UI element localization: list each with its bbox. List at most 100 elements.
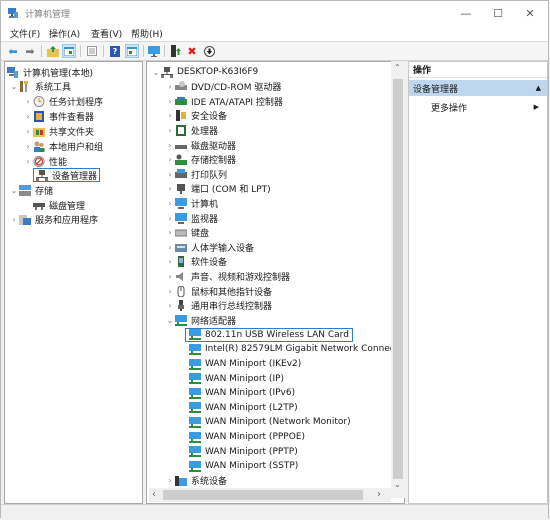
close-button[interactable]: ✕ xyxy=(513,1,547,25)
expand-chevron-icon[interactable]: › xyxy=(165,272,175,281)
device-category[interactable]: › 鼠标和其他指针设备 xyxy=(165,284,272,298)
expand-chevron-icon[interactable]: › xyxy=(23,127,33,136)
network-adapter-item[interactable]: WAN Miniport (Network Monitor) xyxy=(189,415,351,429)
menu-file[interactable]: 文件(F) xyxy=(10,27,40,40)
monitor-icon xyxy=(175,212,187,224)
network-adapter-item[interactable]: WAN Miniport (PPTP) xyxy=(189,445,298,459)
tree-item-system-tools[interactable]: ⌄ 系统工具 xyxy=(9,79,71,93)
device-category-network-adapters[interactable]: ⌄ 网络适配器 xyxy=(165,313,236,327)
device-category[interactable]: › 磁盘驱动器 xyxy=(165,138,236,152)
device-category[interactable]: › 声音、视频和游戏控制器 xyxy=(165,269,290,283)
actions-section-device-manager[interactable]: 设备管理器 ▲ xyxy=(409,80,547,96)
expand-chevron-icon[interactable]: › xyxy=(165,82,175,91)
network-adapter-item[interactable]: WAN Miniport (PPPOE) xyxy=(189,430,305,444)
expand-chevron-icon[interactable]: › xyxy=(165,301,175,310)
tree-item-shared-folders[interactable]: › 共享文件夹 xyxy=(23,124,94,138)
device-category[interactable]: › 处理器 xyxy=(165,123,218,137)
network-adapter-item[interactable]: WAN Miniport (IKEv2) xyxy=(189,357,301,371)
expand-chevron-icon[interactable]: › xyxy=(165,155,175,164)
collapse-arrow-icon[interactable]: ▲ xyxy=(536,84,541,92)
expand-chevron-icon[interactable]: ⌄ xyxy=(165,316,175,325)
expand-chevron-icon[interactable]: › xyxy=(165,199,175,208)
vertical-scrollbar-thumb[interactable] xyxy=(393,79,403,479)
horizontal-scrollbar[interactable]: ‹ › xyxy=(149,488,391,502)
network-adapter-item[interactable]: WAN Miniport (IPv6) xyxy=(189,386,295,400)
expand-chevron-icon[interactable]: › xyxy=(165,141,175,150)
expand-chevron-icon[interactable]: › xyxy=(165,228,175,237)
expand-chevron-icon[interactable]: ⌄ xyxy=(9,82,19,91)
device-category[interactable]: › 通用串行总线控制器 xyxy=(165,299,272,313)
network-adapter-item[interactable]: 802.11n USB Wireless LAN Card xyxy=(185,327,353,342)
expand-chevron-icon[interactable]: › xyxy=(165,287,175,296)
expand-chevron-icon[interactable]: ⌄ xyxy=(151,68,161,77)
maximize-button[interactable]: ☐ xyxy=(481,1,515,25)
expand-chevron-icon[interactable]: › xyxy=(23,157,33,166)
device-category[interactable]: › 监视器 xyxy=(165,211,218,225)
device-category[interactable]: › IDE ATA/ATAPI 控制器 xyxy=(165,94,283,108)
device-category[interactable]: › 存储控制器 xyxy=(165,153,236,167)
vertical-scrollbar[interactable]: ⌃ ⌄ xyxy=(391,61,405,498)
expand-chevron-icon[interactable]: › xyxy=(9,215,19,224)
network-adapter-item[interactable]: WAN Miniport (L2TP) xyxy=(189,401,298,415)
tree-item-storage[interactable]: ⌄ 存储 xyxy=(9,183,53,197)
device-category[interactable]: › 端口 (COM 和 LPT) xyxy=(165,182,271,196)
usb-icon xyxy=(178,300,184,312)
device-category[interactable]: › DVD/CD-ROM 驱动器 xyxy=(165,80,281,94)
device-category[interactable]: › 软件设备 xyxy=(165,255,227,269)
expand-chevron-icon[interactable]: › xyxy=(165,257,175,266)
device-category-label: 键盘 xyxy=(191,229,210,240)
tree-item-task-scheduler[interactable]: › 任务计划程序 xyxy=(23,94,103,108)
device-category[interactable]: › 计算机 xyxy=(165,196,218,210)
forward-button[interactable]: ➡ xyxy=(23,44,37,58)
device-category[interactable]: › 安全设备 xyxy=(165,109,227,123)
expand-chevron-icon[interactable]: › xyxy=(23,112,33,121)
help-button[interactable]: ? xyxy=(108,44,122,58)
expand-chevron-icon[interactable]: › xyxy=(165,243,175,252)
scroll-down-icon[interactable]: ⌄ xyxy=(394,480,401,489)
tree-item-services-applications[interactable]: › 服务和应用程序 xyxy=(9,212,98,226)
disable-device-button[interactable] xyxy=(202,44,216,58)
device-category[interactable]: › 键盘 xyxy=(165,226,209,240)
back-button[interactable]: ⬅ xyxy=(6,44,20,58)
network-adapter-item[interactable]: WAN Miniport (SSTP) xyxy=(189,459,298,473)
expand-chevron-icon[interactable]: › xyxy=(23,142,33,151)
scan-hardware-button[interactable] xyxy=(147,44,161,58)
update-driver-button[interactable] xyxy=(169,44,183,58)
horizontal-scrollbar-thumb[interactable] xyxy=(163,490,363,500)
expand-chevron-icon[interactable]: › xyxy=(165,476,175,485)
network-adapter-item[interactable]: WAN Miniport (IP) xyxy=(189,372,284,386)
scroll-right-icon[interactable]: › xyxy=(377,489,381,500)
expand-chevron-icon[interactable]: › xyxy=(165,126,175,135)
scroll-up-icon[interactable]: ⌃ xyxy=(394,63,401,72)
menu-view[interactable]: 查看(V) xyxy=(91,27,122,40)
device-category-label: 通用串行总线控制器 xyxy=(191,302,273,313)
menu-action[interactable]: 操作(A) xyxy=(49,27,80,40)
network-adapter-item[interactable]: Intel(R) 82579LM Gigabit Network Connect… xyxy=(189,342,404,356)
expand-chevron-icon[interactable]: › xyxy=(165,97,175,106)
expand-chevron-icon[interactable]: › xyxy=(23,97,33,106)
tree-item-disk-management[interactable]: 磁盘管理 xyxy=(33,198,85,212)
up-one-level-button[interactable] xyxy=(46,44,60,58)
show-hide-console-tree-button[interactable] xyxy=(62,44,76,58)
expand-chevron-icon[interactable]: › xyxy=(165,184,175,193)
tree-root-computer-management[interactable]: 计算机管理(本地) xyxy=(7,65,93,79)
menu-help[interactable]: 帮助(H) xyxy=(131,27,163,40)
device-category[interactable]: › 系统设备 xyxy=(165,474,227,488)
scroll-left-icon[interactable]: ‹ xyxy=(152,489,156,500)
tree-item-event-viewer[interactable]: › 事件查看器 xyxy=(23,109,94,123)
show-hide-action-pane-button[interactable] xyxy=(125,44,139,58)
device-tree-root[interactable]: ⌄ DESKTOP-K63I6F9 xyxy=(151,65,258,79)
minimize-button[interactable]: — xyxy=(449,1,483,25)
expand-chevron-icon[interactable]: › xyxy=(165,170,175,179)
properties-button[interactable] xyxy=(85,44,99,58)
tree-item-local-users-groups[interactable]: › 本地用户和组 xyxy=(23,139,103,153)
expand-chevron-icon[interactable]: › xyxy=(165,111,175,120)
tree-item-device-manager[interactable]: 设备管理器 xyxy=(33,168,101,182)
action-more-actions[interactable]: 更多操作 ▶ xyxy=(431,100,543,114)
expand-chevron-icon[interactable]: ⌄ xyxy=(9,186,19,195)
device-category[interactable]: › 人体学输入设备 xyxy=(165,240,254,254)
uninstall-device-button[interactable]: ✖ xyxy=(185,44,199,58)
expand-chevron-icon[interactable]: › xyxy=(165,214,175,223)
tree-item-performance[interactable]: › 性能 xyxy=(23,154,67,168)
device-category[interactable]: › 打印队列 xyxy=(165,167,227,181)
